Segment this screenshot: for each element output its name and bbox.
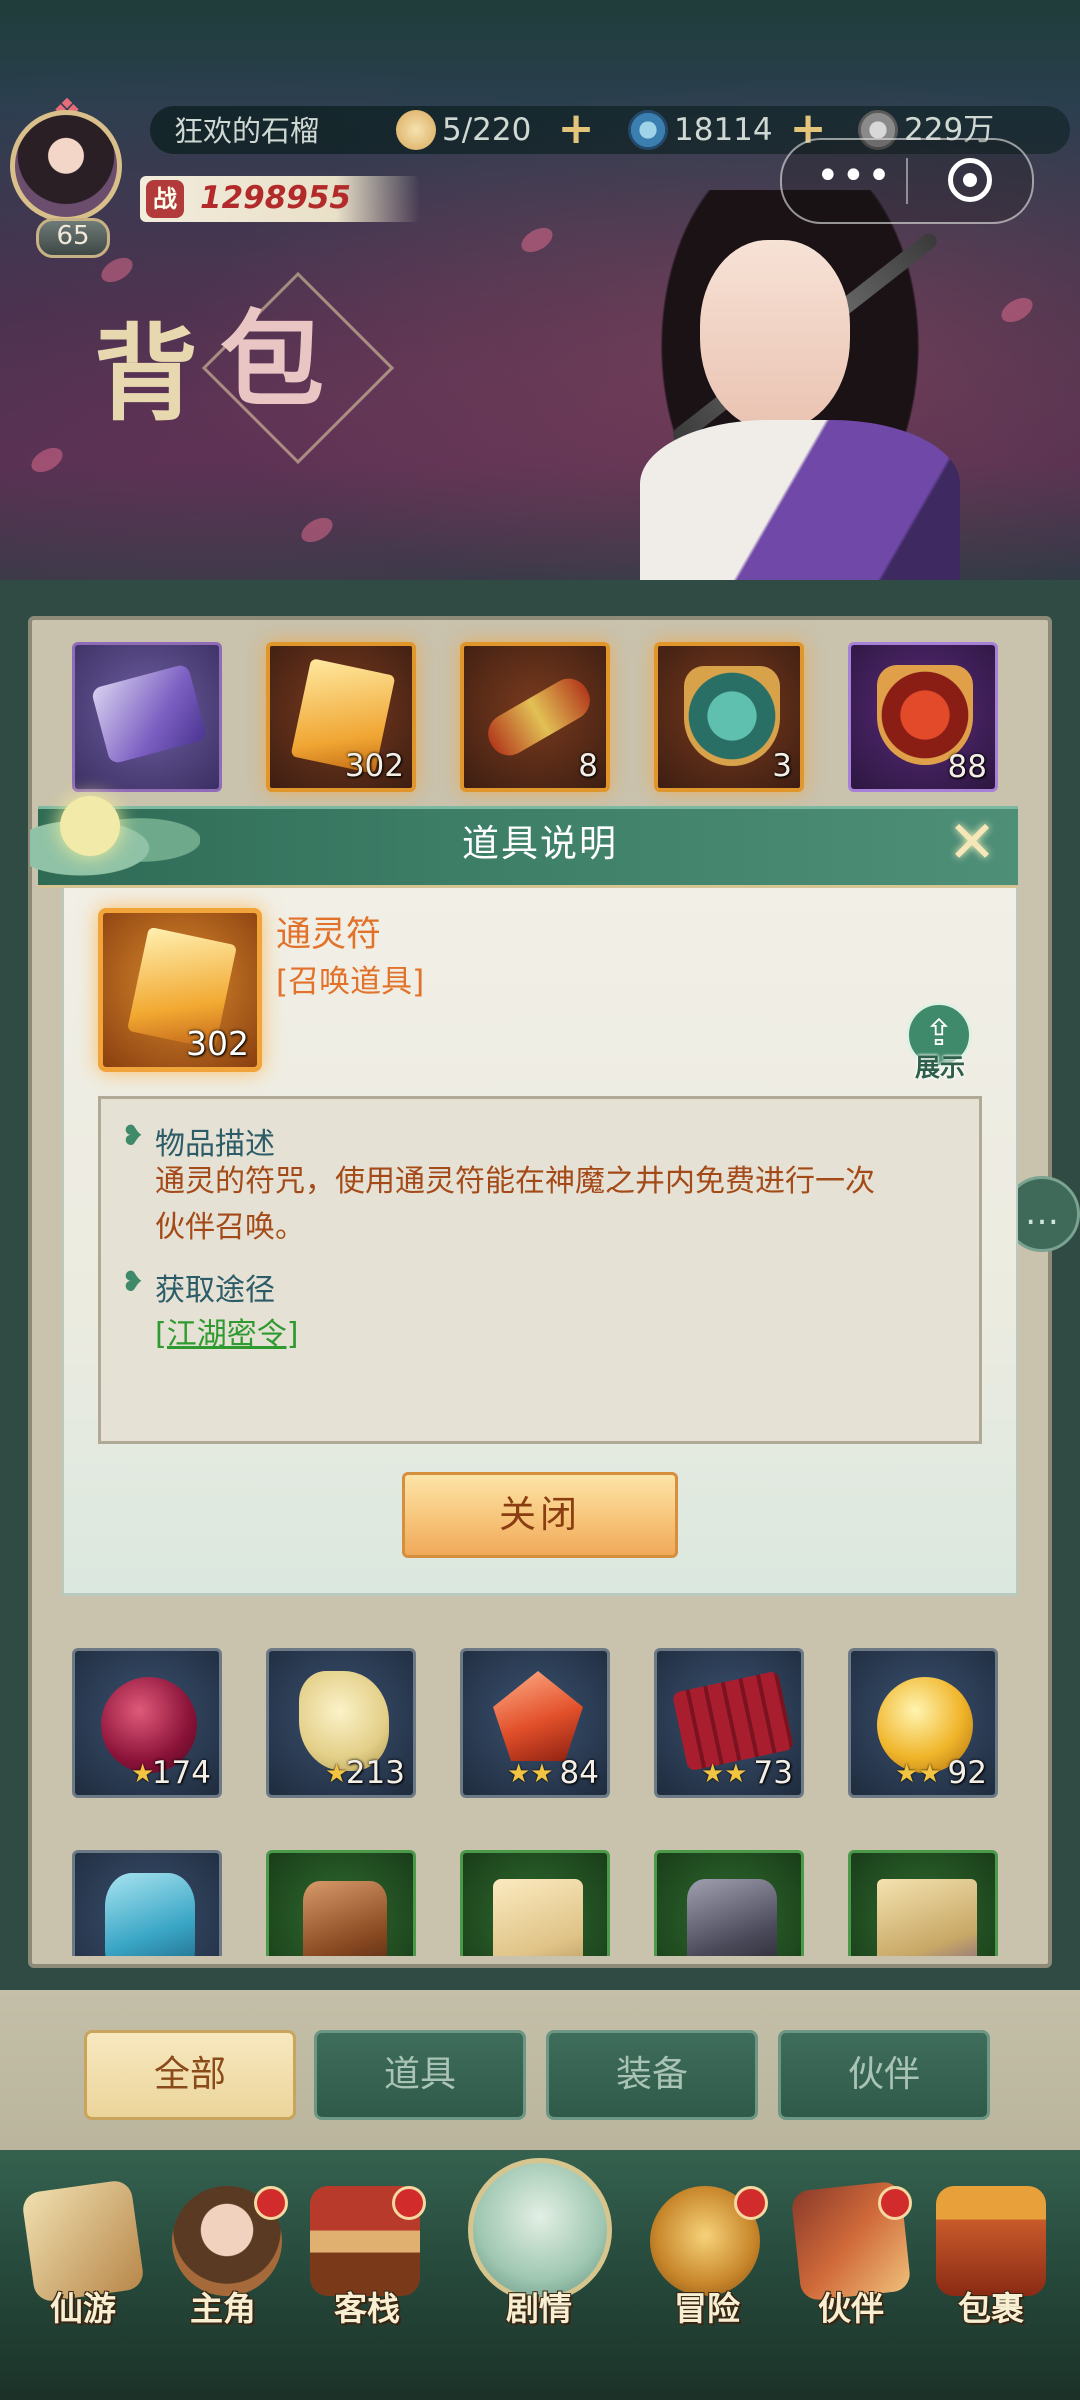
- capsule-divider: [906, 158, 908, 204]
- bag-slot[interactable]: ★ 213: [266, 1648, 416, 1798]
- more-icon[interactable]: •••: [816, 156, 891, 200]
- close-icon[interactable]: ✕: [944, 813, 1000, 871]
- page-title-char: 背: [94, 312, 199, 435]
- nav-inn[interactable]: 客栈: [302, 2282, 432, 2330]
- nav-partner[interactable]: 伙伴: [786, 2282, 916, 2330]
- petal-decoration: [517, 222, 557, 258]
- brown-ore-icon: [303, 1881, 387, 1956]
- item-count: 92: [947, 1755, 987, 1791]
- item-count: 8: [578, 748, 598, 784]
- story-icon[interactable]: [468, 2158, 612, 2302]
- bag-slot[interactable]: [654, 1850, 804, 1956]
- star-rating: ★★: [701, 1759, 748, 1789]
- character-face: [700, 240, 850, 430]
- red-crystal-icon: [493, 1671, 583, 1761]
- description-box: ❥ 物品描述 通灵的符咒，使用通灵符能在神魔之井内免费进行一次 伙伴召唤。 ❥ …: [98, 1096, 982, 1444]
- item-count: 213: [345, 1755, 405, 1791]
- dialog-title: 道具说明: [462, 822, 618, 865]
- bun-icon: [396, 110, 436, 150]
- bag-slot[interactable]: 88: [848, 642, 998, 792]
- nav-story[interactable]: 剧情: [474, 2282, 604, 2330]
- petal-decoration: [97, 252, 137, 288]
- purple-scroll-icon: [90, 663, 208, 765]
- map-scroll-icon: [877, 1879, 977, 1956]
- gold-value: 18114: [674, 112, 773, 148]
- petal-decoration: [997, 292, 1037, 328]
- bag-slot[interactable]: ★★ 73: [654, 1648, 804, 1798]
- star-rating: ★★: [507, 1759, 554, 1789]
- star-rating: ★: [325, 1759, 349, 1789]
- blue-ore-icon: [105, 1873, 195, 1956]
- character-robe: [640, 420, 960, 580]
- parchment-icon: [493, 1879, 583, 1956]
- item-count: 302: [186, 1024, 249, 1063]
- star-rating: ★★: [895, 1759, 942, 1789]
- description-heading: 物品描述: [155, 1127, 275, 1162]
- bag-slot[interactable]: [266, 1850, 416, 1956]
- swirl-coin-icon: [628, 110, 668, 150]
- power-badge: 战: [146, 180, 184, 218]
- bag-slot[interactable]: [848, 1850, 998, 1956]
- notification-dot: [878, 2186, 912, 2220]
- star-rating: ★: [131, 1759, 155, 1789]
- item-count: 3: [772, 748, 792, 784]
- jade-shield-icon: [684, 666, 780, 766]
- section-arrow-icon: ❥: [121, 1119, 145, 1152]
- item-count: 174: [151, 1755, 211, 1791]
- tab-all[interactable]: 全部: [84, 2030, 296, 2120]
- share-label[interactable]: 展示: [900, 1048, 980, 1084]
- description-line: 伙伴召唤。: [155, 1210, 305, 1245]
- page-title: 背 包: [60, 290, 380, 450]
- bag-slot[interactable]: 3: [654, 642, 804, 792]
- notification-dot: [392, 2186, 426, 2220]
- item-preview-slot: 302: [98, 908, 262, 1072]
- item-type: [召唤道具]: [276, 964, 425, 1000]
- package-icon[interactable]: [936, 2186, 1046, 2296]
- item-count: 84: [559, 1755, 599, 1791]
- bag-slot[interactable]: 302: [266, 642, 416, 792]
- player-name: 狂欢的石榴: [174, 114, 320, 148]
- bag-row-partial: [60, 1848, 1020, 1956]
- close-miniprogram-icon[interactable]: [948, 158, 992, 202]
- bag-slot[interactable]: 8: [460, 642, 610, 792]
- tab-items[interactable]: 道具: [314, 2030, 526, 2120]
- stamina-value: 5/220: [442, 112, 532, 148]
- nav-travel[interactable]: 仙游: [18, 2282, 148, 2330]
- nav-adventure[interactable]: 冒险: [642, 2282, 772, 2330]
- add-stamina-button[interactable]: +: [556, 107, 596, 151]
- bag-slot[interactable]: [72, 642, 222, 792]
- avatar[interactable]: [10, 110, 122, 222]
- source-link[interactable]: [江湖密令]: [155, 1309, 298, 1353]
- power-value: 1298955: [200, 180, 351, 216]
- source-heading: 获取途径: [155, 1273, 275, 1308]
- item-count: 73: [753, 1755, 793, 1791]
- page-title-char: 包: [220, 298, 325, 421]
- petal-decoration: [297, 512, 337, 548]
- tab-partners[interactable]: 伙伴: [778, 2030, 990, 2120]
- bag-slot[interactable]: [460, 1850, 610, 1956]
- bag-slot[interactable]: [72, 1850, 222, 1956]
- item-name: 通灵符: [276, 915, 382, 955]
- close-button[interactable]: 关闭: [402, 1472, 678, 1558]
- bag-slot[interactable]: ★★ 92: [848, 1648, 998, 1798]
- notification-dot: [734, 2186, 768, 2220]
- nav-package[interactable]: 包裹: [926, 2282, 1056, 2330]
- item-count: 88: [947, 749, 987, 785]
- dark-ore-icon: [687, 1879, 777, 1956]
- miniprogram-capsule: •••: [780, 138, 1034, 224]
- nav-hero[interactable]: 主角: [158, 2282, 288, 2330]
- tab-equipment[interactable]: 装备: [546, 2030, 758, 2120]
- bag-slot[interactable]: ★★ 84: [460, 1648, 610, 1798]
- description-line: 通灵的符咒，使用通灵符能在神魔之井内免费进行一次: [155, 1164, 875, 1199]
- notification-dot: [254, 2186, 288, 2220]
- level-badge: 65: [36, 218, 110, 258]
- bag-slot[interactable]: ★ 174: [72, 1648, 222, 1798]
- section-arrow-icon: ❥: [121, 1265, 145, 1298]
- item-count: 302: [344, 748, 404, 784]
